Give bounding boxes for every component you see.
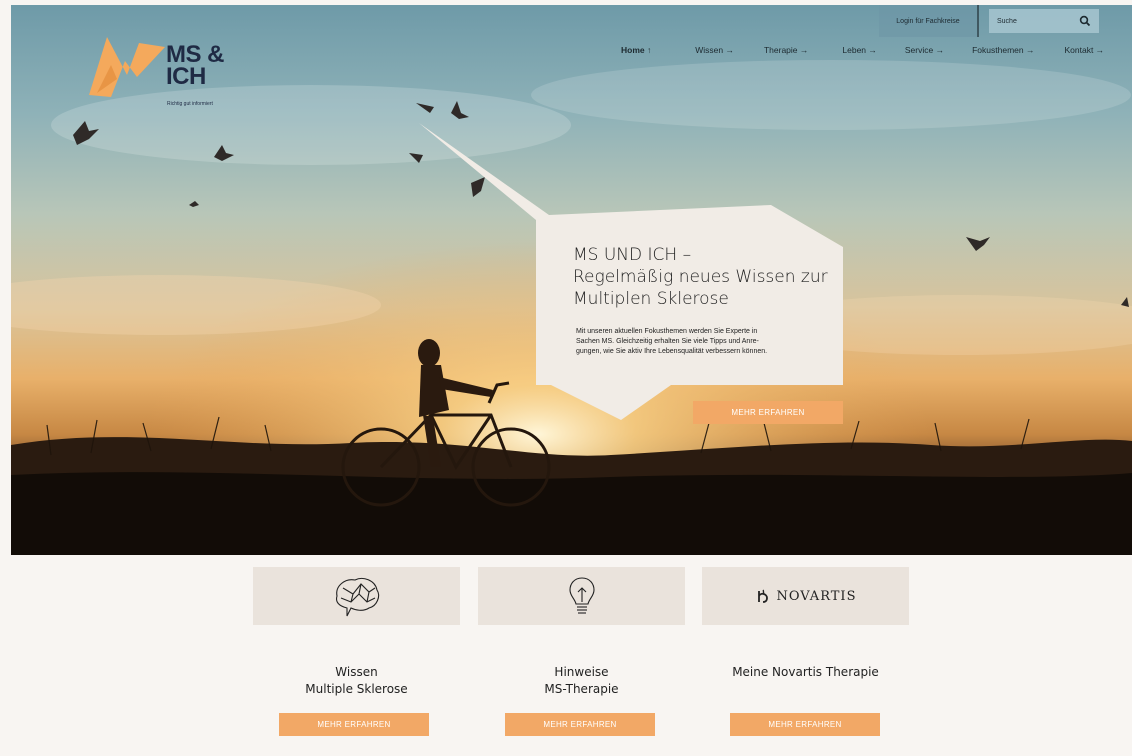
login-fachkreise-link[interactable]: Login für Fachkreise [879,5,977,37]
lightbulb-icon [568,577,595,614]
card-wissen-title: Wissen Multiple Sklerose [253,664,460,698]
logo-tagline: Richtig gut informiert [167,101,213,107]
hero-title-line-1: MS UND ICH – [573,245,692,265]
card-wissen-mehr-erfahren-button[interactable]: MEHR ERFAHREN [279,713,429,736]
novartis-wordmark: NOVARTIS [776,588,857,604]
card-novartis-title-line-1: Meine Novartis Therapie [732,665,879,679]
card-novartis-icon-box[interactable]: NOVARTIS [702,567,909,625]
novartis-logo: NOVARTIS [755,588,857,604]
nav-wissen[interactable]: Wissen → [695,45,734,55]
hero-description: Mit unseren aktuellen Fokusthemen werden… [576,327,826,357]
site-logo[interactable]: MS & ICH Richtig gut informiert [89,37,249,117]
search-box [989,9,1099,33]
hero-title: MS UND ICH – Regelmäßig neues Wissen zur… [573,244,843,310]
hero-title-line-2: Regelmäßig neues Wissen zur [573,267,828,287]
logo-line-2: ICH [166,63,206,90]
logo-wordmark: MS & ICH [166,43,225,90]
hero-banner: Login für Fachkreise MS & ICH Richtig gu… [11,5,1132,555]
card-wissen-title-line-1: Wissen [335,665,378,679]
hero-text-line-1: Mit unseren aktuellen Fokusthemen werden… [576,328,758,335]
nav-kontakt[interactable]: Kontakt → [1064,45,1104,55]
nav-home[interactable]: Home ↑ [621,45,651,55]
hero-text-line-2: Sachen MS. Gleichzeitig erhalten Sie vie… [576,338,759,345]
novartis-flame-icon [757,589,768,603]
nav-fokusthemen[interactable]: Fokusthemen → [972,45,1034,55]
nav-therapie[interactable]: Therapie → [764,45,808,55]
card-hinweise-title: Hinweise MS-Therapie [478,664,685,698]
card-hinweise-icon-box[interactable] [478,567,685,625]
card-hinweise-title-line-2: MS-Therapie [544,682,619,696]
search-icon[interactable] [1079,15,1091,27]
search-input[interactable] [997,17,1067,25]
card-novartis-title: Meine Novartis Therapie [702,664,909,681]
main-navigation: Home ↑ Wissen → Therapie → Leben → Servi… [621,45,1104,55]
card-wissen-title-line-2: Multiple Sklerose [305,682,408,696]
hero-text-line-3: gungen, wie Sie aktiv Ihre Lebensqualitä… [576,348,768,355]
card-hinweise-mehr-erfahren-button[interactable]: MEHR ERFAHREN [505,713,655,736]
card-wissen-icon-box[interactable] [253,567,460,625]
brain-icon [335,577,379,617]
card-novartis-mehr-erfahren-button[interactable]: MEHR ERFAHREN [730,713,880,736]
hero-title-line-3: Multiplen Sklerose [573,289,729,309]
logo-bolt-icon [89,37,165,97]
utility-bar: Login für Fachkreise [879,5,1099,37]
nav-leben[interactable]: Leben → [842,45,877,55]
card-hinweise-title-line-1: Hinweise [554,665,609,679]
hero-mehr-erfahren-button[interactable]: MEHR ERFAHREN [693,401,843,424]
nav-service[interactable]: Service → [905,45,944,55]
divider [977,5,979,37]
